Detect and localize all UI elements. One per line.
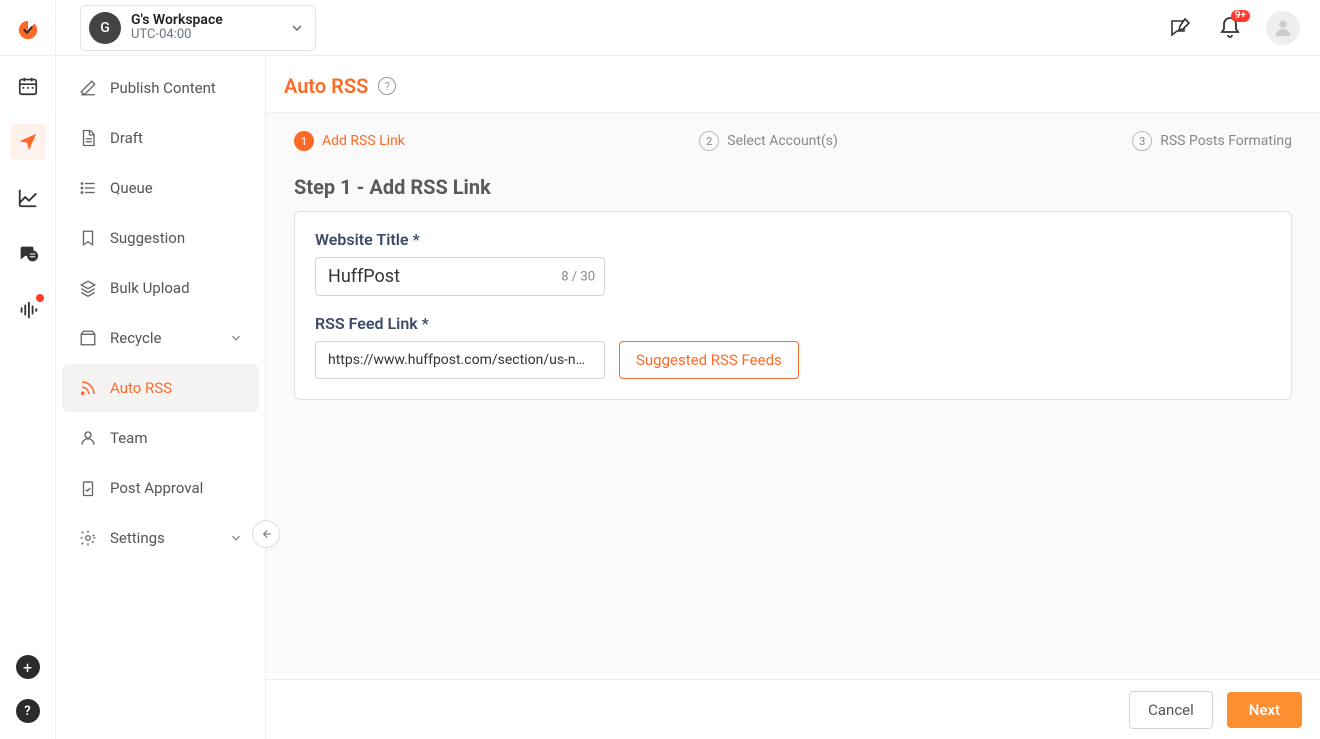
audio-icon[interactable] [10,292,46,328]
chevron-down-icon [229,331,243,345]
sidebar-item-label: Recycle [110,329,162,347]
step-label: Add RSS Link [322,133,405,149]
notification-dot [36,294,44,302]
step-label: Select Account(s) [727,133,838,149]
sidebar-item-suggestion[interactable]: Suggestion [62,214,259,262]
sidebar-item-auto-rss[interactable]: Auto RSS [62,364,259,412]
suggested-rss-feeds-button[interactable]: Suggested RSS Feeds [619,341,799,379]
footer: Cancel Next [266,679,1320,739]
form-card: Website Title * 8 / 30 RSS Feed Link * S… [294,211,1292,400]
compose-icon[interactable] [1166,14,1194,42]
bell-icon[interactable]: 9+ [1216,14,1244,42]
step-number: 1 [294,131,314,151]
sidebar-item-settings[interactable]: Settings [62,514,259,562]
workspace-selector[interactable]: G G's Workspace UTC-04:00 [80,5,316,51]
char-counter: 8 / 30 [561,269,595,284]
step-number: 3 [1132,131,1152,151]
clipboard-check-icon [78,478,98,498]
sidebar-item-bulk-upload[interactable]: Bulk Upload [62,264,259,312]
bookmark-icon [78,228,98,248]
rss-feed-link-label: RSS Feed Link * [315,314,1271,333]
sidebar-item-post-approval[interactable]: Post Approval [62,464,259,512]
sidebar-item-label: Auto RSS [110,379,172,397]
stepper: 1 Add RSS Link 2 Select Account(s) 3 RSS… [266,113,1320,159]
sidebar-item-label: Queue [110,179,153,197]
workspace-avatar: G [89,12,121,44]
sidebar-item-recycle[interactable]: Recycle [62,314,259,362]
step-add-rss-link[interactable]: 1 Add RSS Link [294,131,405,151]
send-icon[interactable] [10,124,46,160]
sidebar-item-label: Settings [110,529,165,547]
sidebar-item-publish-content[interactable]: Publish Content [62,64,259,112]
sidebar-item-label: Suggestion [110,229,185,247]
chevron-down-icon [229,531,243,545]
help-button[interactable]: ? [16,699,40,723]
step-label: RSS Posts Formating [1160,133,1292,149]
content-area: 1 Add RSS Link 2 Select Account(s) 3 RSS… [266,112,1320,673]
rss-feed-link-input[interactable] [315,341,605,379]
rss-icon [78,378,98,398]
document-icon [78,128,98,148]
website-title-label: Website Title * [315,230,1271,249]
box-icon [78,328,98,348]
page-header: Auto RSS ? [266,56,1320,112]
layers-icon [78,278,98,298]
workspace-name: G's Workspace [131,12,223,28]
gear-icon [78,528,98,548]
add-button[interactable]: + [16,655,40,679]
notification-badge: 9+ [1231,10,1250,22]
sidebar-item-label: Team [110,429,148,447]
icon-rail: + ? [0,0,56,739]
pencil-icon [78,78,98,98]
cancel-button[interactable]: Cancel [1129,691,1213,729]
sidebar-item-label: Bulk Upload [110,279,190,297]
step-rss-posts-formating[interactable]: 3 RSS Posts Formating [1132,131,1292,151]
topbar: G G's Workspace UTC-04:00 9+ [0,0,1320,56]
sidebar-item-queue[interactable]: Queue [62,164,259,212]
sidebar-item-team[interactable]: Team [62,414,259,462]
sidebar-item-label: Publish Content [110,79,216,97]
step-number: 2 [699,131,719,151]
page-title: Auto RSS [284,74,368,98]
list-icon [78,178,98,198]
sidebar-item-draft[interactable]: Draft [62,114,259,162]
user-avatar[interactable] [1266,11,1300,45]
step-select-accounts[interactable]: 2 Select Account(s) [699,131,838,151]
help-icon[interactable]: ? [378,77,396,95]
chat-icon[interactable] [10,236,46,272]
calendar-icon[interactable] [10,68,46,104]
analytics-icon[interactable] [10,180,46,216]
sidebar: Publish Content Draft Queue Suggestion B… [56,56,266,739]
chevron-down-icon [289,20,305,36]
collapse-sidebar-button[interactable] [252,520,280,548]
workspace-timezone: UTC-04:00 [131,28,223,43]
next-button[interactable]: Next [1227,692,1302,728]
sidebar-item-label: Draft [110,129,143,147]
step-heading: Step 1 - Add RSS Link [266,159,1320,211]
person-icon [78,428,98,448]
main-content: Auto RSS ? 1 Add RSS Link 2 Select Accou… [266,56,1320,739]
sidebar-item-label: Post Approval [110,479,203,497]
